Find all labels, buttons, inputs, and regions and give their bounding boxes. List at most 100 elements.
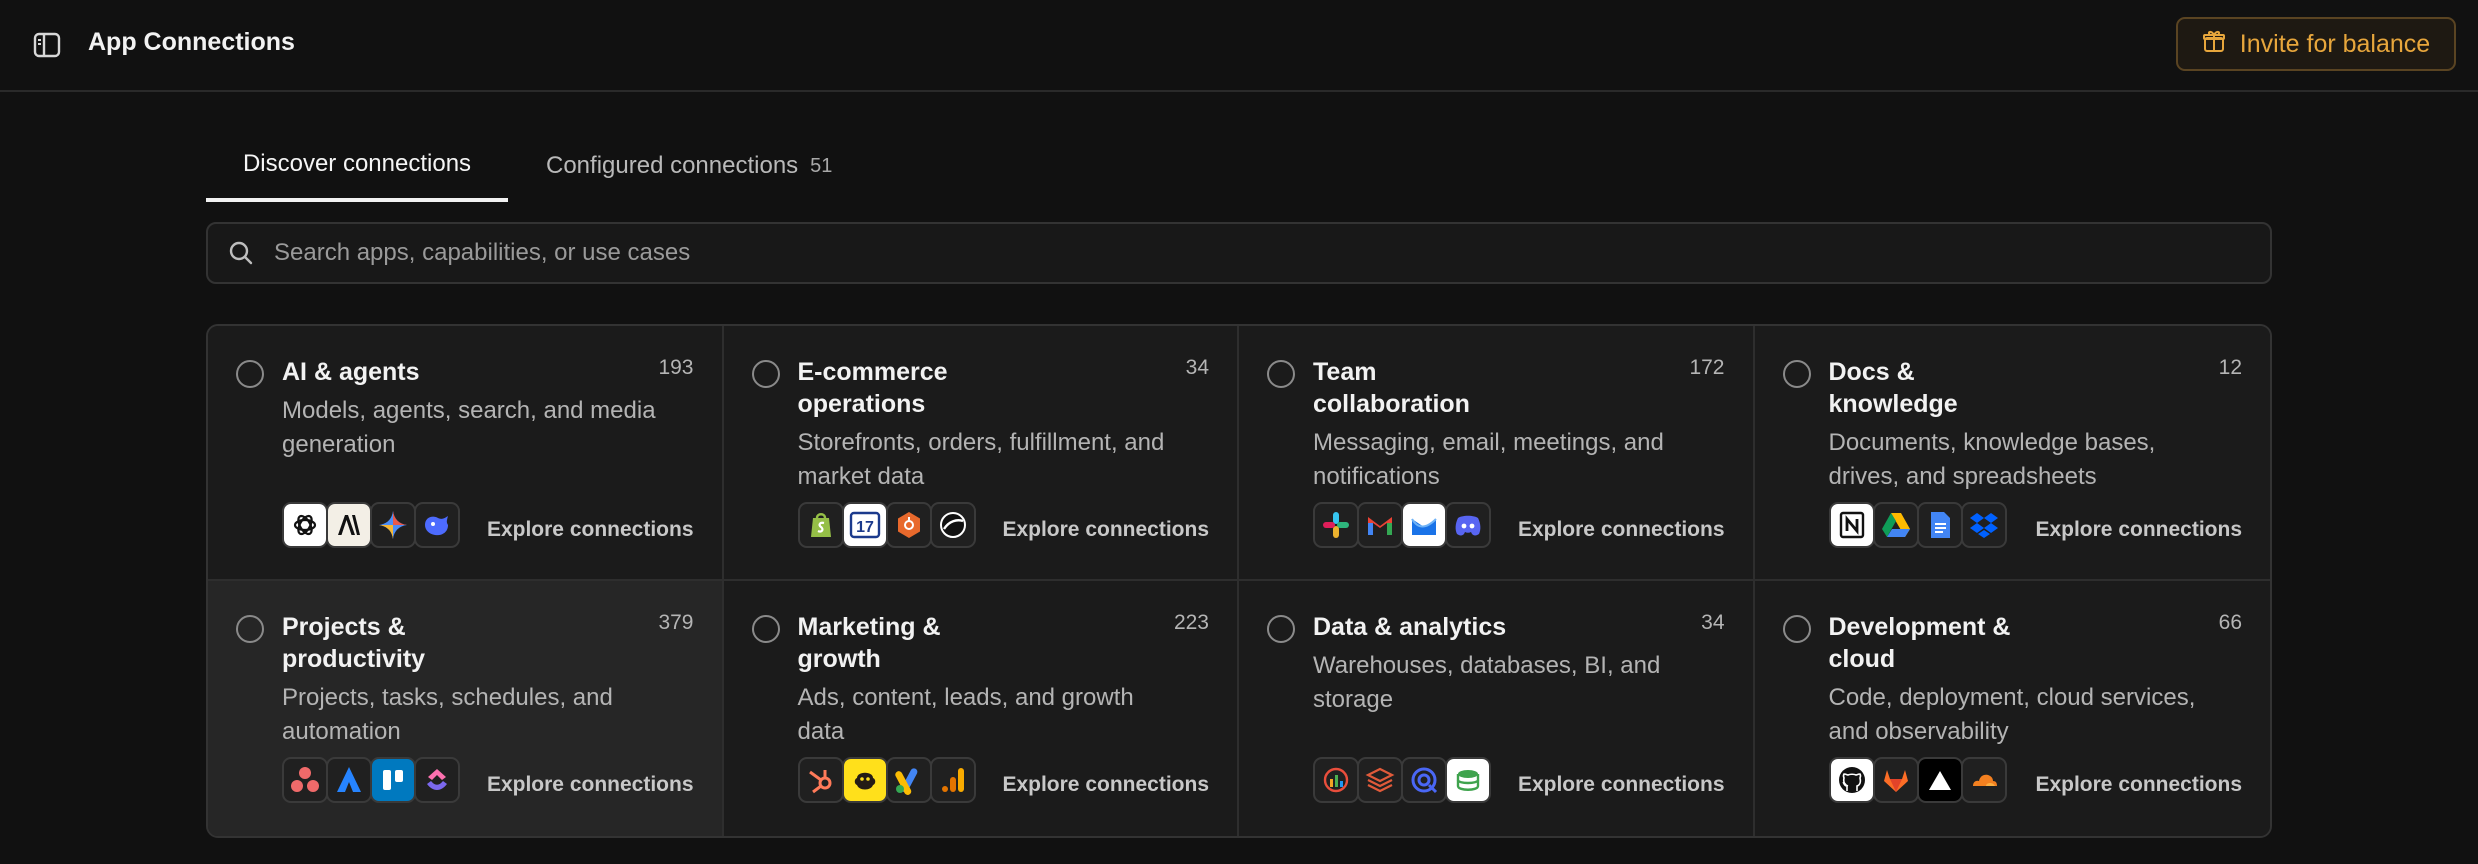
slack-icon — [1313, 502, 1359, 548]
gmail-icon — [1357, 502, 1403, 548]
svg-text:17: 17 — [856, 519, 874, 536]
explore-connections-link[interactable]: Explore connections — [2035, 773, 2242, 797]
database-icon — [1445, 757, 1491, 803]
globe-icon — [929, 502, 976, 548]
query-icon — [1401, 757, 1447, 803]
asana-icon — [282, 757, 328, 803]
layers-icon — [1357, 757, 1403, 803]
logo-stack — [1828, 502, 2007, 548]
category-radio[interactable] — [751, 360, 780, 388]
github-icon — [1828, 757, 1875, 803]
explore-connections-link[interactable]: Explore connections — [487, 773, 694, 797]
google-drive-icon — [1872, 502, 1919, 548]
explore-connections-link[interactable]: Explore connections — [1518, 773, 1725, 797]
category-card-ecommerce[interactable]: E-commerce operations 34 Storefronts, or… — [723, 326, 1239, 581]
category-radio[interactable] — [751, 615, 780, 643]
explore-connections-link[interactable]: Explore connections — [1002, 518, 1209, 542]
tab-configured[interactable]: Configured connections 51 — [546, 130, 832, 202]
explore-connections-link[interactable]: Explore connections — [1518, 518, 1725, 542]
search-box[interactable] — [206, 222, 2272, 284]
category-card-ai-agents[interactable]: AI & agents 193 Models, agents, search, … — [208, 326, 724, 581]
category-card-team-collaboration[interactable]: Team collaboration 172 Messaging, email,… — [1239, 326, 1755, 581]
category-title: Data & analytics — [1313, 613, 1507, 641]
category-description: Projects, tasks, schedules, and automati… — [282, 684, 613, 745]
top-bar: App Connections Invite for balance — [0, 0, 2478, 92]
category-card-projects-productivity[interactable]: Projects & productivity 379 Projects, ta… — [208, 581, 724, 836]
hexagon-icon — [885, 502, 932, 548]
jira-icon — [326, 757, 372, 803]
explore-connections-link[interactable]: Explore connections — [487, 518, 694, 542]
search-input[interactable] — [274, 224, 2270, 282]
category-card-data-analytics[interactable]: Data & analytics 34 Warehouses, database… — [1239, 581, 1755, 836]
category-card-development-cloud[interactable]: Development & cloud 66 Code, deployment,… — [1754, 581, 2270, 836]
tab-configured-label: Configured connections — [546, 152, 799, 179]
hubspot-icon — [797, 757, 844, 803]
sidebar-toggle-icon[interactable] — [30, 30, 64, 60]
category-title: Docs & knowledge — [1828, 358, 1958, 418]
shopify-icon — [797, 502, 844, 548]
category-title: Projects & productivity — [282, 613, 426, 673]
notion-icon — [1828, 502, 1875, 548]
category-radio[interactable] — [1782, 360, 1811, 388]
clickup-icon — [414, 757, 460, 803]
invite-button[interactable]: Invite for balance — [2176, 17, 2456, 71]
category-title: AI & agents — [282, 358, 420, 386]
cloudflare-icon — [1960, 757, 2007, 803]
explore-connections-link[interactable]: Explore connections — [1002, 773, 1209, 797]
category-title: Team collaboration — [1313, 358, 1470, 418]
category-count: 223 — [1173, 611, 1209, 634]
search-icon — [208, 240, 274, 266]
category-count: 12 — [2218, 356, 2242, 379]
category-description: Code, deployment, cloud services, and ob… — [1828, 684, 2196, 745]
category-count: 193 — [658, 356, 694, 379]
category-grid: AI & agents 193 Models, agents, search, … — [206, 324, 2272, 838]
category-radio[interactable] — [236, 615, 264, 643]
logo-stack — [282, 757, 460, 803]
category-count: 34 — [1185, 356, 1209, 379]
configured-count: 51 — [810, 154, 833, 177]
seventeen-track-icon: 17 — [841, 502, 888, 548]
invite-label: Invite for balance — [2239, 29, 2431, 58]
discord-icon — [1445, 502, 1491, 548]
google-docs-icon — [1916, 502, 1963, 548]
logo-stack — [1313, 502, 1491, 548]
category-description: Messaging, email, meetings, and notifica… — [1313, 429, 1664, 490]
category-description: Documents, knowledge bases, drives, and … — [1828, 429, 2156, 490]
tab-discover-label: Discover connections — [242, 150, 472, 177]
category-count: 66 — [2218, 611, 2242, 634]
gemini-icon — [370, 502, 416, 548]
google-ads-icon — [885, 757, 932, 803]
page-title: App Connections — [88, 28, 295, 56]
gift-icon — [2202, 29, 2226, 60]
tab-bar: Discover connections Configured connecti… — [206, 130, 2272, 202]
anthropic-icon — [326, 502, 372, 548]
logo-stack — [1313, 757, 1491, 803]
explore-connections-link[interactable]: Explore connections — [2035, 518, 2242, 542]
category-card-marketing-growth[interactable]: Marketing & growth 223 Ads, content, lea… — [723, 581, 1239, 836]
category-description: Storefronts, orders, fulfillment, and ma… — [797, 429, 1165, 490]
vercel-icon — [1916, 757, 1963, 803]
logo-stack — [797, 757, 976, 803]
category-count: 172 — [1689, 356, 1725, 379]
trello-icon — [370, 757, 416, 803]
category-radio[interactable] — [236, 360, 264, 388]
category-title: Marketing & growth — [797, 613, 941, 673]
category-card-docs-knowledge[interactable]: Docs & knowledge 12 Documents, knowledge… — [1754, 326, 2270, 581]
mailchimp-icon — [841, 757, 888, 803]
category-count: 34 — [1701, 611, 1725, 634]
category-count: 379 — [658, 611, 694, 634]
tab-discover[interactable]: Discover connections — [206, 130, 508, 202]
outlook-icon — [1401, 502, 1447, 548]
category-description: Warehouses, databases, BI, and storage — [1313, 652, 1661, 713]
openai-icon — [282, 502, 328, 548]
logo-stack — [282, 502, 460, 548]
category-radio[interactable] — [1267, 360, 1295, 388]
category-radio[interactable] — [1267, 615, 1295, 643]
dropbox-icon — [1960, 502, 2007, 548]
category-title: E-commerce operations — [797, 358, 948, 418]
google-analytics-icon — [929, 757, 976, 803]
category-radio[interactable] — [1782, 615, 1811, 643]
category-description: Ads, content, leads, and growth data — [797, 684, 1134, 745]
chart-icon — [1313, 757, 1359, 803]
category-description: Models, agents, search, and media genera… — [282, 397, 656, 458]
